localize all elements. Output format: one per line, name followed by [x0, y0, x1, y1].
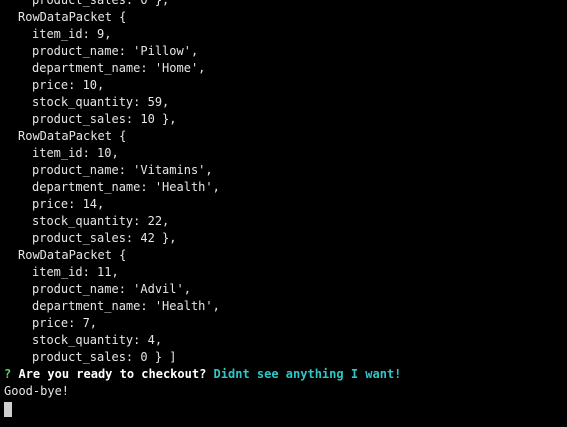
terminal-window[interactable]: product_sales: 0 }, RowDataPacket { item_i…: [0, 0, 567, 419]
output-line: department_name: 'Home',: [32, 61, 206, 75]
output-line: stock_quantity: 22,: [32, 214, 170, 228]
output-line: RowDataPacket {: [18, 248, 127, 262]
output-line: product_sales: 0 } ]: [32, 350, 177, 364]
checkout-prompt-line: ? Are you ready to checkout? Didnt see a…: [4, 366, 567, 383]
output-line: price: 14,: [32, 197, 105, 211]
output-line: item_id: 9,: [32, 27, 112, 41]
output-line: product_name: 'Pillow',: [32, 44, 199, 58]
cursor-line[interactable]: [4, 400, 567, 417]
output-line: department_name: 'Health',: [32, 299, 220, 313]
prompt-question-text: Are you ready to checkout?: [18, 367, 207, 381]
output-line: product_name: 'Advil',: [32, 282, 191, 296]
output-line: RowDataPacket {: [18, 10, 127, 24]
output-line: item_id: 11,: [32, 265, 119, 279]
prompt-answer-text: Didnt see anything I want!: [213, 367, 402, 381]
output-line: stock_quantity: 59,: [32, 95, 170, 109]
output-line: product_sales: 42 },: [32, 231, 177, 245]
terminal-cursor: [4, 401, 12, 417]
prompt-question-mark: ?: [4, 367, 12, 381]
terminal-output: product_sales: 0 }, RowDataPacket { item_i…: [4, 0, 567, 366]
farewell-line: Good-bye!: [4, 384, 70, 398]
output-line: price: 7,: [32, 316, 98, 330]
output-line: department_name: 'Health',: [32, 180, 220, 194]
output-line: RowDataPacket {: [18, 129, 127, 143]
output-line: product_sales: 0 },: [32, 0, 170, 7]
output-line: product_name: 'Vitamins',: [32, 163, 213, 177]
output-line: product_sales: 10 },: [32, 112, 177, 126]
output-line: item_id: 10,: [32, 146, 119, 160]
output-line: stock_quantity: 4,: [32, 333, 163, 347]
output-line: price: 10,: [32, 78, 105, 92]
